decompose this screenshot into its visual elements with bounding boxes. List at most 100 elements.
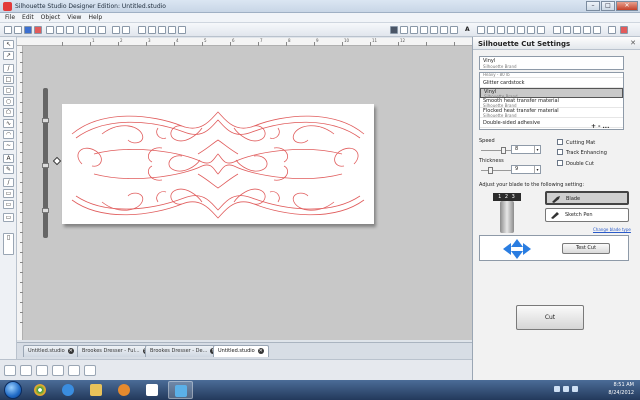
material-list[interactable]: Heavy - 80 lb Glitter cardstock Vinyl Sil… bbox=[479, 72, 624, 130]
speed-slider[interactable] bbox=[481, 147, 511, 154]
copy-icon[interactable] bbox=[56, 26, 64, 34]
send-back-icon[interactable] bbox=[68, 365, 80, 376]
freehand-tool-icon[interactable]: ~ bbox=[3, 141, 14, 150]
thickness-slider-thumb[interactable] bbox=[487, 167, 493, 174]
zoom-tool-icon[interactable]: ▭ bbox=[3, 200, 14, 209]
selected-material-box[interactable]: Vinyl Silhouette Brand bbox=[479, 56, 624, 70]
fill-pattern-icon[interactable] bbox=[430, 26, 438, 34]
undo-icon[interactable] bbox=[112, 26, 120, 34]
taskbar-chrome[interactable] bbox=[28, 381, 53, 399]
redo-icon[interactable] bbox=[122, 26, 130, 34]
cut-settings-icon[interactable] bbox=[563, 26, 571, 34]
scroll-design[interactable] bbox=[62, 104, 374, 224]
page-settings-icon[interactable] bbox=[553, 26, 561, 34]
grid-icon[interactable] bbox=[583, 26, 591, 34]
paste-icon[interactable] bbox=[66, 26, 74, 34]
pan-icon[interactable] bbox=[168, 26, 176, 34]
speed-field[interactable]: 8 ▾ bbox=[511, 145, 541, 154]
tray-volume-icon[interactable] bbox=[572, 386, 578, 392]
rectangle-tool-icon[interactable]: □ bbox=[3, 75, 14, 84]
point-edit-icon[interactable]: ↗ bbox=[3, 51, 14, 60]
select-by-color-icon[interactable] bbox=[36, 365, 48, 376]
cut-button[interactable]: Cut bbox=[516, 305, 584, 330]
list-item[interactable]: Flocked heat transfer material Silhouette… bbox=[480, 108, 623, 118]
eraser-tool-icon[interactable]: ✎ bbox=[3, 165, 14, 174]
more-material-button[interactable]: ... bbox=[603, 123, 610, 130]
stepper-arrows-icon[interactable]: ▾ bbox=[534, 166, 540, 173]
tool-option-blade[interactable]: Blade bbox=[545, 191, 629, 205]
menu-view[interactable]: View bbox=[67, 14, 81, 21]
move-blade-arrows-icon[interactable] bbox=[502, 238, 532, 260]
rounded-rect-tool-icon[interactable]: ▢ bbox=[3, 86, 14, 95]
silhouette-connect-icon[interactable] bbox=[620, 26, 628, 34]
store-icon[interactable] bbox=[593, 26, 601, 34]
fill-color-icon[interactable] bbox=[410, 26, 418, 34]
ungroup-icon[interactable] bbox=[88, 26, 96, 34]
maximize-button[interactable]: □ bbox=[601, 1, 615, 11]
align-icon[interactable] bbox=[487, 26, 495, 34]
list-item[interactable]: Smooth heat transfer material Silhouette … bbox=[480, 98, 623, 108]
duplicate-icon[interactable] bbox=[98, 26, 106, 34]
curve-tool-icon[interactable]: ∿ bbox=[3, 119, 14, 128]
menu-object[interactable]: Object bbox=[41, 14, 61, 21]
layer-tool-icon[interactable]: ▭ bbox=[3, 213, 14, 222]
menu-help[interactable]: Help bbox=[88, 14, 102, 21]
track-enhancing-checkbox[interactable] bbox=[557, 149, 563, 155]
arc-tool-icon[interactable]: ◠ bbox=[3, 130, 14, 139]
change-blade-type-link[interactable]: Change blade type bbox=[593, 227, 631, 232]
ellipse-tool-icon[interactable]: ○ bbox=[3, 97, 14, 106]
test-cut-button[interactable]: Test Cut bbox=[562, 243, 610, 254]
start-button[interactable] bbox=[4, 381, 22, 399]
deselect-icon[interactable] bbox=[20, 365, 32, 376]
offset-icon[interactable] bbox=[507, 26, 515, 34]
line-color-icon[interactable] bbox=[400, 26, 408, 34]
delete-icon[interactable] bbox=[84, 365, 96, 376]
speed-slider-thumb[interactable] bbox=[501, 147, 506, 154]
remove-material-button[interactable]: - bbox=[598, 123, 601, 130]
knife-tool-icon[interactable]: / bbox=[3, 178, 14, 187]
taskbar-ie[interactable] bbox=[56, 381, 81, 399]
replicate-icon[interactable] bbox=[450, 26, 458, 34]
select-tool-icon[interactable]: ↖ bbox=[3, 40, 14, 49]
add-material-button[interactable]: + bbox=[591, 123, 596, 130]
doc-tab-active[interactable]: Untitled.studio ✕ bbox=[213, 345, 269, 357]
line-style-icon[interactable] bbox=[420, 26, 428, 34]
panel-toggle-icon[interactable]: ▭ bbox=[3, 189, 14, 198]
tool-option-sketch-pen[interactable]: Sketch Pen bbox=[545, 208, 629, 222]
selection-handle-icon[interactable] bbox=[52, 156, 62, 166]
open-file-icon[interactable] bbox=[14, 26, 22, 34]
list-item-selected[interactable]: Vinyl Silhouette Brand bbox=[480, 88, 623, 99]
shadow-icon[interactable] bbox=[440, 26, 448, 34]
tray-network-icon[interactable] bbox=[563, 386, 569, 392]
zoom-out-icon[interactable] bbox=[148, 26, 156, 34]
taskbar-explorer[interactable] bbox=[84, 381, 109, 399]
save-icon[interactable] bbox=[24, 26, 32, 34]
doc-tab[interactable]: Untitled.studio ✕ bbox=[23, 345, 79, 357]
zoom-slider[interactable] bbox=[42, 88, 49, 238]
doc-tab[interactable]: Brookes Dresser - Ful...✕ bbox=[77, 345, 154, 357]
zoom-slider-thumb[interactable] bbox=[42, 163, 49, 168]
tray-flag-icon[interactable] bbox=[554, 386, 560, 392]
stepper-arrows-icon[interactable]: ▾ bbox=[534, 146, 540, 153]
transform-icon[interactable] bbox=[477, 26, 485, 34]
registration-marks-icon[interactable] bbox=[573, 26, 581, 34]
text-tool-icon[interactable]: A bbox=[3, 154, 14, 163]
trace-icon[interactable] bbox=[517, 26, 525, 34]
close-window-button[interactable]: ✕ bbox=[616, 1, 638, 11]
close-tab-icon[interactable]: ✕ bbox=[67, 348, 74, 354]
eraser-icon[interactable] bbox=[537, 26, 545, 34]
modify-icon[interactable] bbox=[497, 26, 505, 34]
polygon-tool-icon[interactable]: ⬠ bbox=[3, 108, 14, 117]
zoom-in-icon[interactable] bbox=[138, 26, 146, 34]
taskbar-media-player[interactable] bbox=[112, 381, 137, 399]
taskbar-app[interactable] bbox=[140, 381, 165, 399]
cut-button-icon[interactable] bbox=[608, 26, 616, 34]
cut-icon[interactable] bbox=[46, 26, 54, 34]
group-icon[interactable] bbox=[78, 26, 86, 34]
send-to-silhouette-icon[interactable] bbox=[390, 26, 398, 34]
double-cut-checkbox[interactable] bbox=[557, 160, 563, 166]
close-tab-icon[interactable]: ✕ bbox=[257, 348, 264, 354]
doc-tab[interactable]: Brookes Dresser - De...✕ bbox=[145, 345, 222, 357]
list-item[interactable]: Glitter cardstock bbox=[480, 78, 623, 88]
zoom-select-icon[interactable] bbox=[158, 26, 166, 34]
